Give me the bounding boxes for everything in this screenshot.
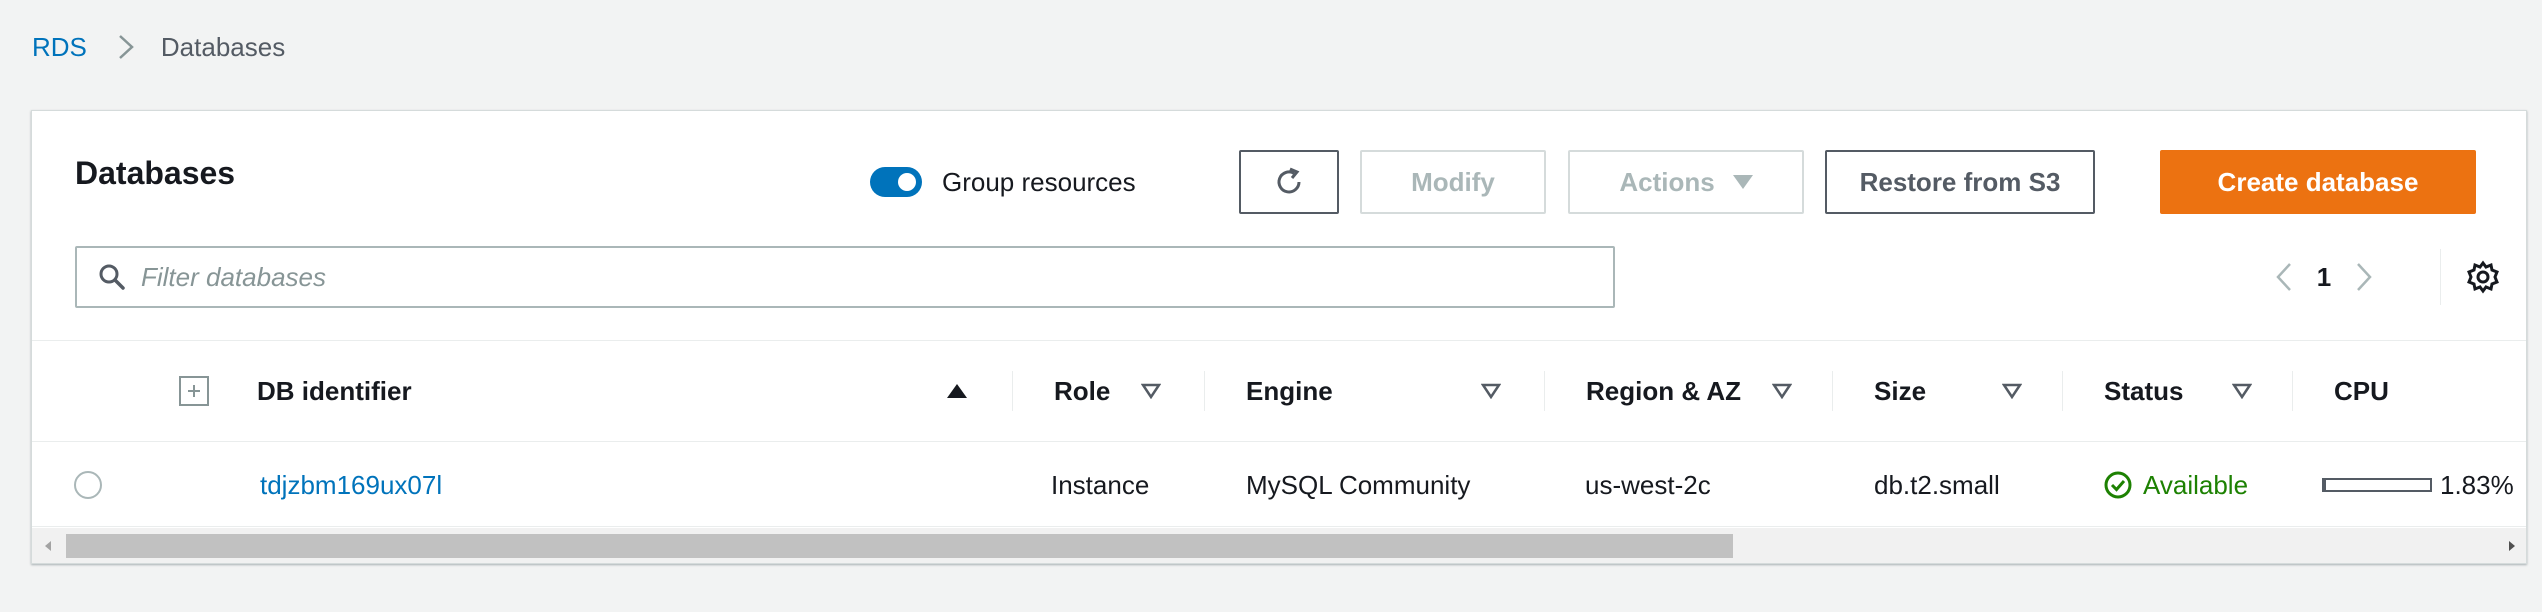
column-header-size[interactable]: Size	[1874, 341, 1926, 441]
gear-icon[interactable]	[2464, 258, 2502, 296]
filter-databases-input-wrap[interactable]	[75, 246, 1615, 308]
horizontal-scrollbar[interactable]	[32, 528, 2526, 563]
cell-role: Instance	[1051, 469, 1150, 500]
next-page-button[interactable]	[2344, 249, 2384, 305]
table-row[interactable]: tdjzbm169ux07l Instance MySQL Community …	[32, 443, 2526, 527]
column-header-status[interactable]: Status	[2104, 341, 2183, 441]
table-header: DB identifier Role Engine Region & AZ Si…	[32, 340, 2526, 442]
column-header-db-identifier[interactable]: DB identifier	[257, 341, 412, 441]
check-circle-icon	[2104, 471, 2132, 499]
breadcrumb: RDS Databases	[32, 30, 285, 64]
column-header-cpu[interactable]: CPU	[2334, 341, 2389, 441]
db-identifier-link[interactable]: tdjzbm169ux07l	[260, 443, 442, 527]
current-page-number[interactable]: 1	[2304, 262, 2344, 293]
sort-desc-icon[interactable]	[2232, 341, 2252, 441]
cell-region-az: us-west-2c	[1585, 469, 1711, 500]
caret-down-icon	[1732, 175, 1753, 189]
create-database-button[interactable]: Create database	[2160, 150, 2476, 214]
group-resources-toggle[interactable]	[870, 167, 922, 197]
sort-desc-icon[interactable]	[2002, 341, 2022, 441]
cell-status: Available	[2103, 443, 2248, 527]
cell-cpu: 1.83%	[2322, 443, 2514, 527]
scroll-right-arrow[interactable]	[2496, 528, 2526, 563]
cell-engine: MySQL Community	[1246, 469, 1471, 500]
restore-from-s3-button[interactable]: Restore from S3	[1825, 150, 2095, 214]
column-divider	[2062, 371, 2063, 411]
cpu-utilization-value: 1.83%	[2440, 469, 2514, 500]
modify-button[interactable]: Modify	[1360, 150, 1546, 214]
column-divider	[1832, 371, 1833, 411]
pagination: 1	[2264, 249, 2384, 305]
refresh-button[interactable]	[1239, 150, 1339, 214]
cell-size: db.t2.small	[1874, 469, 2000, 500]
column-header-region-az[interactable]: Region & AZ	[1586, 341, 1741, 441]
status-label: Available	[2143, 469, 2249, 500]
column-divider	[1204, 371, 1205, 411]
sort-desc-icon[interactable]	[1772, 341, 1792, 441]
actions-dropdown-button[interactable]: Actions	[1568, 150, 1804, 214]
column-header-role[interactable]: Role	[1054, 341, 1110, 441]
chevron-right-icon	[113, 34, 139, 60]
cpu-utilization-bar	[2322, 478, 2432, 492]
previous-page-button[interactable]	[2264, 249, 2304, 305]
sort-asc-icon[interactable]	[946, 341, 968, 441]
breadcrumb-current: Databases	[160, 31, 286, 62]
column-divider	[2292, 371, 2293, 411]
scroll-left-arrow[interactable]	[32, 528, 64, 563]
panel-title: Databases	[75, 155, 236, 191]
row-select-radio[interactable]	[74, 471, 102, 499]
column-divider	[1012, 371, 1013, 411]
scrollbar-thumb[interactable]	[66, 534, 1733, 558]
search-icon	[97, 262, 127, 292]
sort-desc-icon[interactable]	[1481, 341, 1501, 441]
expand-all-icon[interactable]	[179, 376, 209, 406]
column-divider	[1544, 371, 1545, 411]
pager-divider	[2440, 249, 2441, 305]
breadcrumb-rds-link[interactable]: RDS	[32, 32, 87, 63]
filter-databases-input[interactable]	[141, 261, 1541, 293]
column-header-engine[interactable]: Engine	[1246, 341, 1333, 441]
group-resources-label: Group resources	[942, 166, 1136, 197]
refresh-icon	[1277, 167, 1301, 194]
actions-label: Actions	[1619, 166, 1715, 197]
sort-desc-icon[interactable]	[1141, 341, 1161, 441]
group-resources-toggle-wrap: Group resources	[870, 163, 1136, 201]
